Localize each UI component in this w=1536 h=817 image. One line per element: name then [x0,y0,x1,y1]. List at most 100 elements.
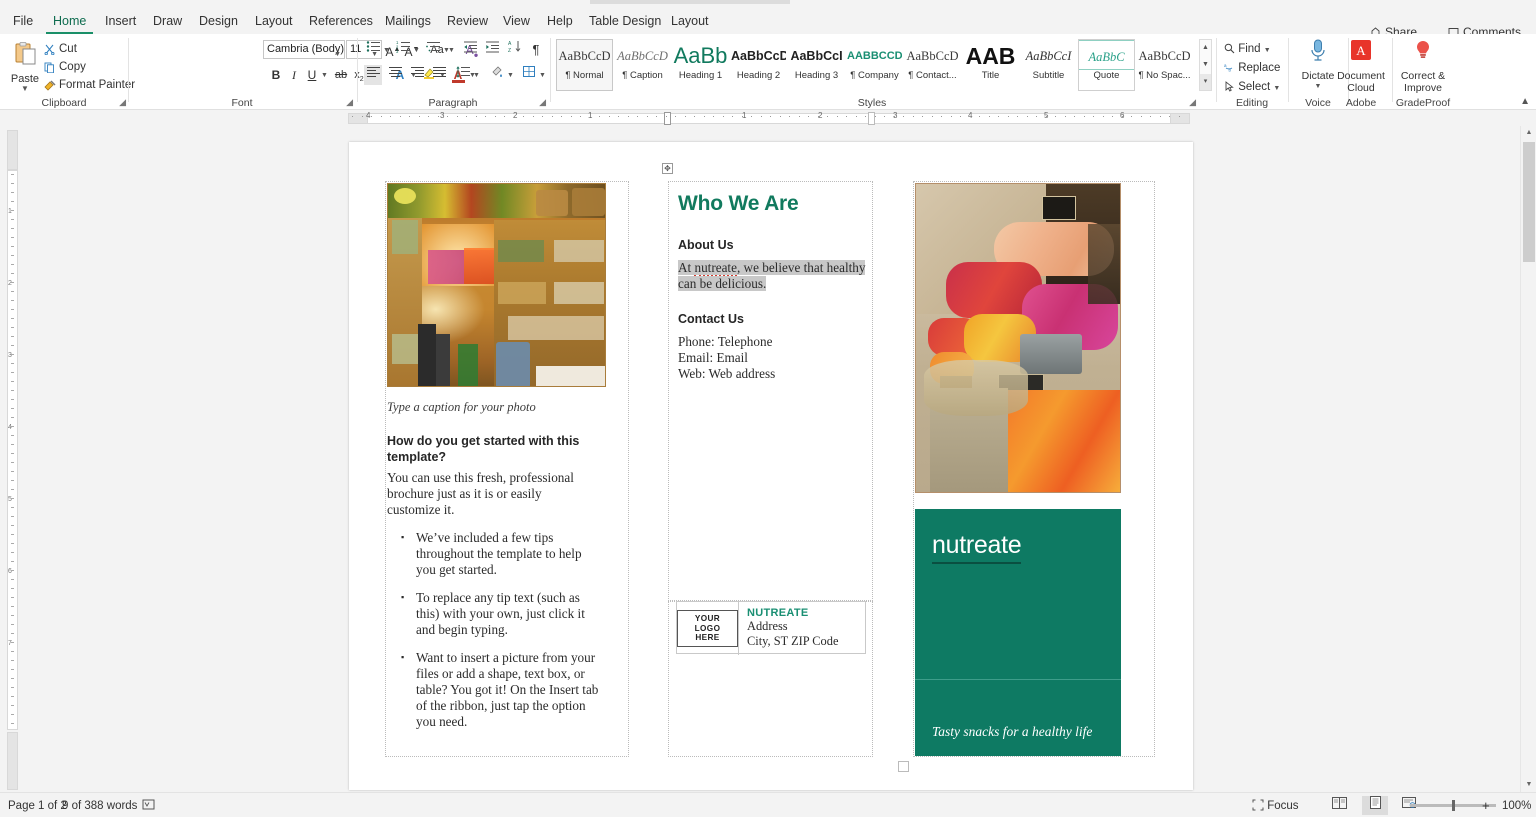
style-normal[interactable]: AaBbCcD ¶ Normal [556,39,613,91]
style-quote[interactable]: AaBbC Quote [1078,39,1135,91]
table-cell-middle[interactable]: Who We Are About Us At nutreate, we beli… [668,181,873,757]
photo-caption[interactable]: Type a caption for your photo [387,400,605,415]
style-caption[interactable]: AaBbCcD ¶ Caption [614,39,671,91]
left-bullet-list[interactable]: We’ve included a few tips throughout the… [387,530,599,742]
contact-us-heading[interactable]: Contact Us [678,312,744,326]
logo-address-block[interactable]: YOUR LOGO HERE NUTREATE Address City, ST… [676,601,866,654]
flower-market-photo[interactable] [915,183,1121,493]
underline-arrow[interactable]: ▼ [321,72,328,79]
contact-web[interactable]: Web: Web address [678,366,775,382]
italic-button[interactable]: I [286,65,302,85]
underline-button[interactable]: U [304,65,320,85]
brochure-table[interactable]: ✥ [385,181,1155,757]
cut-button[interactable]: Cut [44,41,77,58]
styles-scroll-up-icon[interactable]: ▲ [1200,40,1211,56]
style-heading-3[interactable]: AaBbCcI Heading 3 [788,39,845,91]
table-cell-right[interactable]: nutreate Tasty snacks for a healthy life [913,181,1155,757]
table-cell-left[interactable]: Type a caption for your photo How do you… [385,181,629,757]
middle-upper-cell[interactable]: Who We Are About Us At nutreate, we beli… [668,181,873,601]
style-heading-2[interactable]: AaBbCcD Heading 2 [730,39,787,91]
tab-draw[interactable]: Draw [146,10,189,34]
tab-insert[interactable]: Insert [98,10,143,34]
table-move-handle[interactable]: ✥ [662,163,673,174]
tab-references[interactable]: References [302,10,380,34]
tab-mailings[interactable]: Mailings [378,10,438,34]
multilevel-list-arrow[interactable]: ▼ [443,47,450,54]
quick-access-toolbar[interactable] [590,0,790,4]
multilevel-list-button[interactable] [424,40,442,60]
page-indicator[interactable]: Page 1 of 2 [8,798,67,814]
show-formatting-button[interactable]: ¶ [528,40,544,60]
left-body-text[interactable]: You can use this fresh, professional bro… [387,470,592,518]
vertical-scrollbar[interactable]: ▲ ▼ [1520,126,1536,792]
zoom-level[interactable]: 100% [1502,798,1531,814]
line-spacing-button[interactable] [454,65,472,85]
about-us-heading[interactable]: About Us [678,238,734,252]
brand-tagline[interactable]: Tasty snacks for a healthy life [932,724,1112,740]
vertical-ruler[interactable]: 1 2 3 4 5 6 7 [4,130,20,792]
increase-indent-button[interactable] [483,40,501,60]
logo-cell[interactable]: YOUR LOGO HERE [677,602,739,655]
collapse-ribbon-icon[interactable]: ▲ [1520,96,1530,107]
document-workspace[interactable]: ✥ [24,126,1520,792]
styles-gallery-scrollbar[interactable]: ▲ ▼ ▾ [1199,39,1212,91]
correct-improve-button[interactable]: Correct & Improve [1395,38,1451,94]
font-dialog-launcher[interactable]: ◢ [346,97,353,108]
paste-button[interactable]: Paste ▼ [6,38,44,94]
borders-arrow[interactable]: ▼ [539,72,546,79]
styles-dialog-launcher[interactable]: ◢ [1189,97,1196,108]
brand-panel[interactable]: nutreate Tasty snacks for a healthy life [915,509,1121,756]
font-name-combobox[interactable]: Cambria (Body) ▼ [263,40,345,59]
read-mode-button[interactable] [1326,796,1352,815]
company-name[interactable]: NUTREATE [747,607,838,619]
focus-mode-button[interactable]: Focus [1252,798,1299,814]
tab-file[interactable]: File [6,10,40,34]
align-right-button[interactable] [408,65,426,85]
list-item[interactable]: To replace any tip text (such as this) w… [387,590,599,638]
about-us-text[interactable]: At nutreate, we believe that healthy can… [678,260,878,292]
tab-help[interactable]: Help [540,10,580,34]
align-center-button[interactable] [386,65,404,85]
logo-placeholder[interactable]: YOUR LOGO HERE [677,610,738,647]
styles-more-icon[interactable]: ▾ [1200,74,1211,90]
shading-arrow[interactable]: ▼ [507,72,514,79]
paste-dropdown-arrow[interactable]: ▼ [6,85,44,92]
address-cell[interactable]: NUTREATE Address City, ST ZIP Code [747,607,838,649]
decrease-indent-button[interactable] [461,40,479,60]
shading-button[interactable] [488,65,506,85]
tab-layout[interactable]: Layout [248,10,300,34]
align-left-button[interactable] [364,65,382,85]
bullet-list-arrow[interactable]: ▼ [383,47,390,54]
find-button[interactable]: Find ▼ [1224,40,1271,58]
zoom-in-button[interactable]: + [1482,798,1490,814]
numbered-list-arrow[interactable]: ▼ [413,47,420,54]
list-item[interactable]: We’ve included a few tips throughout the… [387,530,599,578]
contact-email[interactable]: Email: Email [678,350,748,366]
format-painter-button[interactable]: Format Painter [44,77,135,94]
word-count[interactable]: 9 of 388 words [62,798,137,814]
strikethrough-button[interactable]: ab [332,65,350,85]
brand-name[interactable]: nutreate [932,531,1021,564]
tab-review[interactable]: Review [440,10,495,34]
contact-phone[interactable]: Phone: Telephone [678,334,772,350]
document-cloud-button[interactable]: A Document Cloud [1333,38,1389,94]
tab-table-design[interactable]: Table Design [582,10,668,34]
chevron-down-icon[interactable]: ▼ [334,46,341,59]
address-line-1[interactable]: Address [747,619,838,634]
style-no-spacing[interactable]: AaBbCcD ¶ No Spac... [1136,39,1193,91]
style-title[interactable]: AAB Title [962,39,1019,91]
address-line-2[interactable]: City, ST ZIP Code [747,634,838,649]
tab-home[interactable]: Home [46,10,93,34]
shop-interior-photo[interactable] [387,183,606,387]
sort-button[interactable]: AZ [506,40,524,60]
borders-button[interactable] [520,65,538,85]
tab-table-layout[interactable]: Layout [664,10,716,34]
tab-design[interactable]: Design [192,10,245,34]
misspelled-word[interactable]: nutreate [694,260,736,277]
replace-button[interactable]: ab Replace [1224,59,1280,77]
numbered-list-button[interactable]: 123 [394,40,412,60]
tab-view[interactable]: View [496,10,537,34]
styles-scroll-down-icon[interactable]: ▼ [1200,57,1211,73]
page-title[interactable]: Who We Are [678,192,799,216]
print-layout-button[interactable] [1362,796,1388,815]
